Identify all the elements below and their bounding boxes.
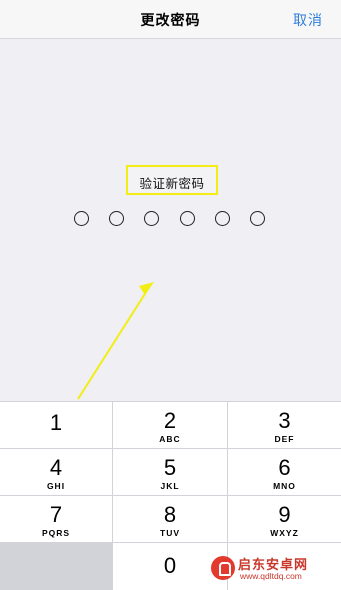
- blank-key: [0, 543, 112, 590]
- annotation-arrow-icon: [77, 282, 154, 400]
- key-2[interactable]: 2 ABC: [113, 402, 227, 448]
- key-letters: JKL: [160, 481, 180, 491]
- watermark-logo-icon: [211, 556, 235, 580]
- key-letters: TUV: [160, 528, 180, 538]
- key-number: 4: [49, 455, 63, 480]
- key-letters: PQRS: [41, 528, 71, 538]
- key-5[interactable]: 5 JKL: [113, 449, 227, 495]
- passcode-area: 验证新密码: [0, 39, 341, 401]
- page-title: 更改密码: [140, 12, 201, 28]
- key-1[interactable]: 1: [0, 402, 112, 448]
- key-6[interactable]: 6 MNO: [228, 449, 341, 495]
- key-letters: GHI: [46, 481, 66, 491]
- key-letters: ABC: [159, 434, 181, 444]
- key-letters: MNO: [273, 481, 296, 491]
- key-7[interactable]: 7 PQRS: [0, 496, 112, 542]
- watermark-url: www.qdltdq.com: [240, 571, 302, 581]
- key-number: 6: [278, 455, 291, 480]
- key-number: 8: [163, 502, 177, 527]
- key-4[interactable]: 4 GHI: [0, 449, 112, 495]
- key-letters: DEF: [274, 434, 295, 444]
- key-8[interactable]: 8 TUV: [113, 496, 227, 542]
- key-letters: WXYZ: [270, 528, 299, 538]
- key-number: 1: [49, 410, 63, 435]
- key-number: 2: [163, 408, 177, 433]
- key-0[interactable]: 0: [113, 543, 227, 590]
- key-number: 3: [278, 408, 291, 433]
- cancel-button[interactable]: 取消: [293, 10, 323, 30]
- key-number: 5: [163, 455, 177, 480]
- key-9[interactable]: 9 WXYZ: [228, 496, 341, 542]
- watermark: 启东安卓网 www.qdltdq.com: [211, 554, 335, 584]
- key-3[interactable]: 3 DEF: [228, 402, 341, 448]
- key-number: 7: [49, 502, 63, 527]
- key-number: 9: [278, 502, 291, 527]
- navigation-bar: 更改密码 取消: [0, 0, 341, 39]
- key-number: 0: [163, 553, 177, 578]
